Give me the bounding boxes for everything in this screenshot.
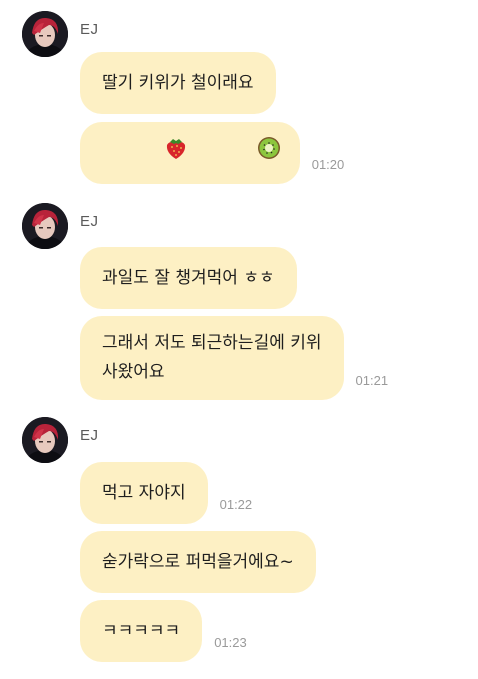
sender-name: EJ [80,21,99,38]
timestamp: 01:22 [219,497,253,512]
emoji-group [98,106,282,200]
message-row: 그래서 저도 퇴근하는길에 키위 사왔어요 01:21 [80,316,388,400]
message-bubble[interactable]: 과일도 잘 챙겨먹어 ㅎㅎ [80,247,297,309]
message-bubble[interactable]: 먹고 자야지 [80,462,208,524]
sender-name: EJ [80,213,99,230]
timestamp: 01:21 [355,373,389,388]
avatar[interactable] [22,417,68,463]
message-bubble[interactable] [80,122,300,184]
avatar[interactable] [22,11,68,57]
kiwi-icon [191,106,282,200]
message-row: 01:20 [80,122,344,184]
message-text: 딸기 키위가 철이래요 [102,72,254,93]
message-bubble[interactable]: 숟가락으로 퍼먹을거에요~ [80,531,316,593]
sender-name: EJ [80,427,99,444]
message-bubble[interactable]: 그래서 저도 퇴근하는길에 키위 사왔어요 [80,316,344,400]
message-text: 먹고 자야지 [102,482,186,503]
message-row: 딸기 키위가 철이래요 [80,52,276,114]
message-row: 먹고 자야지 01:22 [80,462,252,524]
message-row: 숟가락으로 퍼먹을거에요~ [80,531,316,593]
chat-window: EJ 딸기 키위가 철이래요 01:20 EJ 과일도 잘 챙겨먹어 ㅎㅎ 그래… [0,0,478,679]
message-text: 과일도 잘 챙겨먹어 ㅎㅎ [102,267,275,288]
avatar[interactable] [22,203,68,249]
message-bubble[interactable]: 딸기 키위가 철이래요 [80,52,276,114]
message-row: ㅋㅋㅋㅋㅋ 01:23 [80,600,247,662]
message-text: 그래서 저도 퇴근하는길에 키위 사왔어요 [102,333,322,382]
message-text: 숟가락으로 퍼먹을거에요~ [102,551,294,572]
message-text: ㅋㅋㅋㅋㅋ [102,620,181,641]
message-row: 과일도 잘 챙겨먹어 ㅎㅎ [80,247,297,309]
strawberry-icon [98,106,189,200]
message-bubble[interactable]: ㅋㅋㅋㅋㅋ [80,600,203,662]
timestamp: 01:20 [311,157,345,172]
timestamp: 01:23 [214,635,247,650]
